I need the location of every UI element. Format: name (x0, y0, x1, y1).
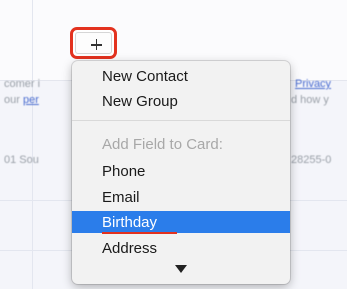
menu-section-header: Add Field to Card: (72, 133, 290, 155)
menu-item-new-group[interactable]: New Group (72, 90, 290, 112)
scroll-down-icon[interactable] (175, 265, 187, 273)
menu-item-label: New Group (102, 93, 178, 110)
plus-icon (95, 39, 98, 50)
add-button-face: + (75, 32, 112, 54)
menu-item-label: Phone (102, 163, 146, 180)
background-link[interactable]: per (23, 94, 39, 106)
background-text: comer i (4, 78, 41, 90)
privacy-link[interactable]: Privacy (295, 78, 331, 90)
background-text-prefix: our (4, 94, 23, 106)
menu-item-label: Address (102, 240, 158, 257)
background-text: d how y (291, 94, 329, 106)
menu-item-label: Email (102, 189, 140, 206)
menu-item-label: Add Field to Card: (102, 136, 223, 153)
menu-item-email[interactable]: Email (72, 186, 290, 208)
add-menu: New Contact New Group Add Field to Card:… (72, 61, 290, 284)
menu-item-label: New Contact (102, 68, 188, 85)
menu-item-birthday[interactable]: Birthday (72, 211, 290, 233)
background-text: 28255-0 (291, 154, 332, 166)
menu-separator (72, 120, 290, 121)
menu-item-phone[interactable]: Phone (72, 160, 290, 182)
grid-line (32, 0, 33, 289)
menu-item-label: Birthday (102, 214, 158, 231)
highlight-underline (102, 232, 177, 234)
menu-item-address[interactable]: Address (72, 237, 290, 259)
background-text: 01 Sou (4, 154, 39, 166)
background-text: our per (4, 94, 39, 106)
add-field-button[interactable]: + (70, 27, 117, 59)
menu-item-new-contact[interactable]: New Contact (72, 65, 290, 87)
